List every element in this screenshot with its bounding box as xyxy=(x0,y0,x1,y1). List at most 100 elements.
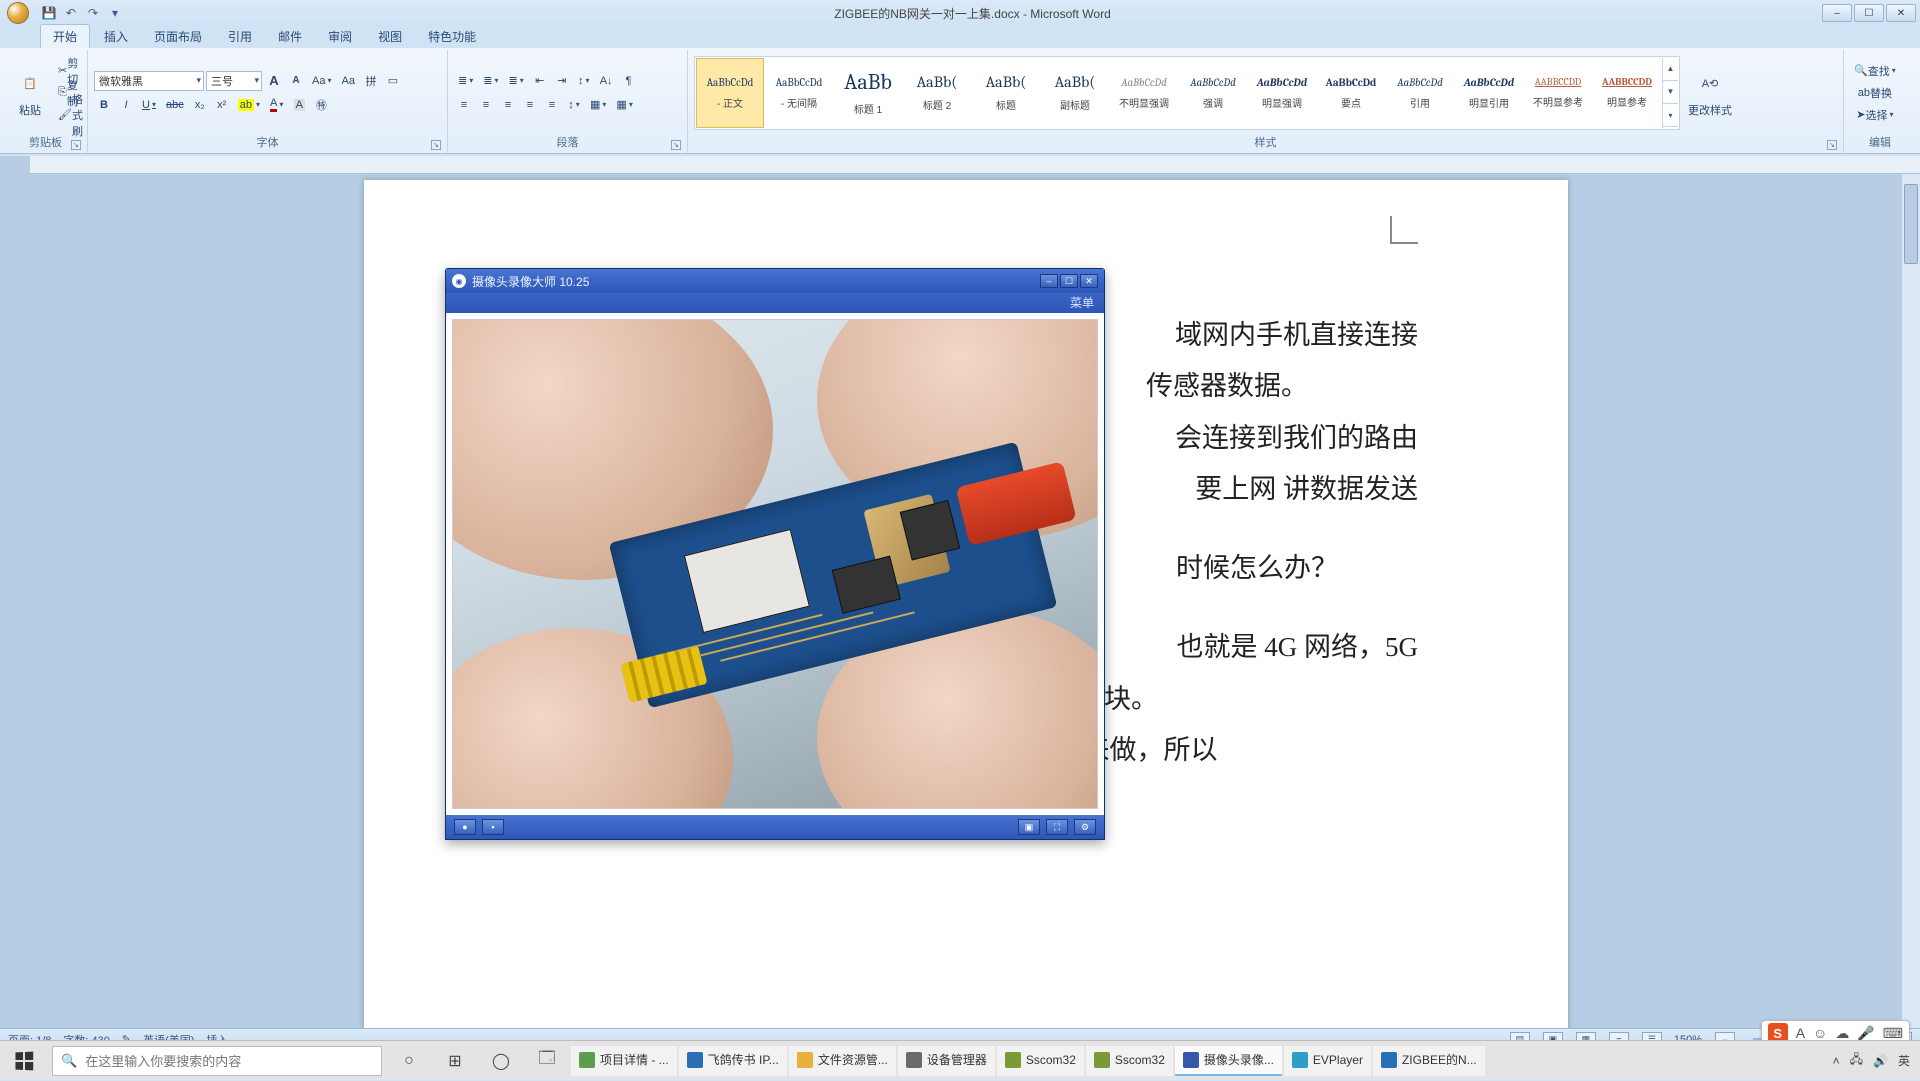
pinned-app-2[interactable]: 🗔 xyxy=(524,1041,570,1081)
ime-emoji[interactable]: ☺ xyxy=(1813,1025,1827,1041)
task-item-sscom1[interactable]: Sscom32 xyxy=(997,1046,1084,1076)
clear-formatting[interactable]: Aa xyxy=(337,71,358,91)
style-intense-quote[interactable]: AaBbCcDd明显引用 xyxy=(1455,58,1523,128)
tab-insert[interactable]: 插入 xyxy=(92,25,140,48)
style-strong[interactable]: AaBbCcDd要点 xyxy=(1317,58,1385,128)
styles-launcher[interactable]: ↘ xyxy=(1827,140,1837,150)
camera-menu-bar[interactable]: 菜单 xyxy=(446,293,1104,313)
camera-close[interactable]: ✕ xyxy=(1080,274,1098,288)
office-button[interactable] xyxy=(0,0,35,26)
qat-undo[interactable]: ↶ xyxy=(63,5,79,21)
show-marks[interactable]: ¶ xyxy=(619,71,639,91)
font-name-combo[interactable]: 微软雅黑 xyxy=(94,71,204,91)
tray-overflow[interactable]: ˄ xyxy=(1833,1054,1840,1068)
shrink-font[interactable]: A xyxy=(286,71,306,91)
strikethrough[interactable]: abc xyxy=(162,95,188,115)
font-launcher[interactable]: ↘ xyxy=(431,140,441,150)
gallery-down[interactable]: ▼ xyxy=(1663,81,1678,104)
select-button[interactable]: ➤选择 xyxy=(1850,105,1900,125)
qat-customize[interactable]: ▾ xyxy=(107,5,123,21)
ime-mode[interactable]: A xyxy=(1796,1025,1805,1041)
multilevel-list[interactable]: ≣ xyxy=(504,71,527,91)
replace-button[interactable]: ab替换 xyxy=(1850,83,1900,103)
line-spacing[interactable]: ↕ xyxy=(564,95,584,115)
format-painter-button[interactable]: 🖌格式刷 xyxy=(54,105,87,125)
task-item-explorer[interactable]: 文件资源管... xyxy=(789,1046,896,1076)
italic[interactable]: I xyxy=(116,95,136,115)
clipboard-launcher[interactable]: ↘ xyxy=(71,140,81,150)
ime-cloud[interactable]: ☁ xyxy=(1835,1025,1849,1042)
paste-button[interactable]: 📋 粘贴 xyxy=(10,66,50,120)
sort[interactable]: A↓ xyxy=(596,71,617,91)
align-distribute[interactable]: ≡ xyxy=(542,95,562,115)
style-subtle-emph[interactable]: AaBbCcDd不明显强调 xyxy=(1110,58,1178,128)
font-color[interactable]: A xyxy=(266,95,287,115)
style-title[interactable]: AaBb(标题 xyxy=(972,58,1040,128)
style-subtitle[interactable]: AaBb(副标题 xyxy=(1041,58,1109,128)
taskbar-search[interactable]: 🔍 在这里输入你要搜索的内容 xyxy=(52,1046,382,1076)
tab-references[interactable]: 引用 xyxy=(216,25,264,48)
camera-fullscreen[interactable]: ⛶ xyxy=(1046,819,1068,835)
font-size-combo[interactable]: 三号 xyxy=(206,71,262,91)
camera-stop[interactable]: ▪ xyxy=(482,819,504,835)
enclose-chars[interactable]: ㊕ xyxy=(311,95,331,115)
char-shading[interactable]: A xyxy=(289,95,309,115)
task-item-camera[interactable]: 摄像头录像... xyxy=(1175,1046,1282,1076)
task-view-icon[interactable]: ⊞ xyxy=(432,1041,478,1081)
superscript[interactable]: x² xyxy=(212,95,232,115)
ime-keyboard[interactable]: ⌨ xyxy=(1883,1025,1903,1042)
gallery-up[interactable]: ▲ xyxy=(1663,58,1678,81)
align-justify[interactable]: ≡ xyxy=(520,95,540,115)
pinned-app-1[interactable]: ◯ xyxy=(478,1041,524,1081)
task-item-sscom2[interactable]: Sscom32 xyxy=(1086,1046,1173,1076)
camera-settings[interactable]: ⚙ xyxy=(1074,819,1096,835)
qat-redo[interactable]: ↷ xyxy=(85,5,101,21)
asian-layout[interactable]: ↕ xyxy=(574,71,594,91)
align-left[interactable]: ≡ xyxy=(454,95,474,115)
tab-view[interactable]: 视图 xyxy=(366,25,414,48)
tab-mailings[interactable]: 邮件 xyxy=(266,25,314,48)
change-case[interactable]: Aa xyxy=(308,71,335,91)
task-item-ipmsg[interactable]: 飞鸽传书 IP... xyxy=(679,1046,787,1076)
style-h2[interactable]: AaBb(标题 2 xyxy=(903,58,971,128)
task-item-word[interactable]: ZIGBEE的N... xyxy=(1373,1046,1485,1076)
style-subtle-ref[interactable]: AABBCCDD不明显参考 xyxy=(1524,58,1592,128)
style-emph[interactable]: AaBbCcDd强调 xyxy=(1179,58,1247,128)
style-nospacing[interactable]: AaBbCcDd- 无间隔 xyxy=(765,58,833,128)
tab-special[interactable]: 特色功能 xyxy=(416,25,488,48)
cortana-icon[interactable]: ○ xyxy=(386,1041,432,1081)
start-button[interactable] xyxy=(0,1041,48,1081)
char-border[interactable]: ▭ xyxy=(383,71,403,91)
camera-record[interactable]: ● xyxy=(454,819,476,835)
style-quote[interactable]: AaBbCcDd引用 xyxy=(1386,58,1454,128)
bold[interactable]: B xyxy=(94,95,114,115)
window-minimize[interactable]: – xyxy=(1822,4,1852,22)
camera-titlebar[interactable]: ◉ 摄像头录像大师 10.25 – ☐ ✕ xyxy=(446,269,1104,293)
grow-font[interactable]: A xyxy=(264,71,284,91)
camera-recorder-window[interactable]: ◉ 摄像头录像大师 10.25 – ☐ ✕ 菜单 xyxy=(445,268,1105,840)
task-item-evplayer[interactable]: EVPlayer xyxy=(1284,1046,1371,1076)
style-h1[interactable]: AaBb标题 1 xyxy=(834,58,902,128)
tab-layout[interactable]: 页面布局 xyxy=(142,25,214,48)
underline[interactable]: U xyxy=(138,95,160,115)
style-intense-emph[interactable]: AaBbCcDd明显强调 xyxy=(1248,58,1316,128)
window-close[interactable]: ✕ xyxy=(1886,4,1916,22)
window-maximize[interactable]: ☐ xyxy=(1854,4,1884,22)
style-normal[interactable]: AaBbCcDd- 正文 xyxy=(696,58,764,128)
styles-gallery[interactable]: AaBbCcDd- 正文 AaBbCcDd- 无间隔 AaBb标题 1 AaBb… xyxy=(694,56,1680,130)
style-intense-ref[interactable]: AABBCCDD明显参考 xyxy=(1593,58,1661,128)
task-item-devmgr[interactable]: 设备管理器 xyxy=(898,1046,995,1076)
align-right[interactable]: ≡ xyxy=(498,95,518,115)
borders[interactable]: ▦ xyxy=(612,95,636,115)
scrollbar-thumb[interactable] xyxy=(1904,184,1918,264)
horizontal-ruler[interactable] xyxy=(30,156,1920,174)
subscript[interactable]: x₂ xyxy=(190,95,210,115)
para-launcher[interactable]: ↘ xyxy=(671,140,681,150)
vertical-scrollbar[interactable] xyxy=(1902,174,1920,1050)
find-button[interactable]: 🔍查找 xyxy=(1850,61,1900,81)
bullets[interactable]: ≣ xyxy=(454,71,477,91)
increase-indent[interactable]: ⇥ xyxy=(552,71,572,91)
tray-volume-icon[interactable]: 🔊 xyxy=(1873,1054,1888,1068)
change-styles-button[interactable]: A⟲ 更改样式 xyxy=(1684,66,1736,120)
tray-ime[interactable]: 英 xyxy=(1898,1052,1910,1069)
